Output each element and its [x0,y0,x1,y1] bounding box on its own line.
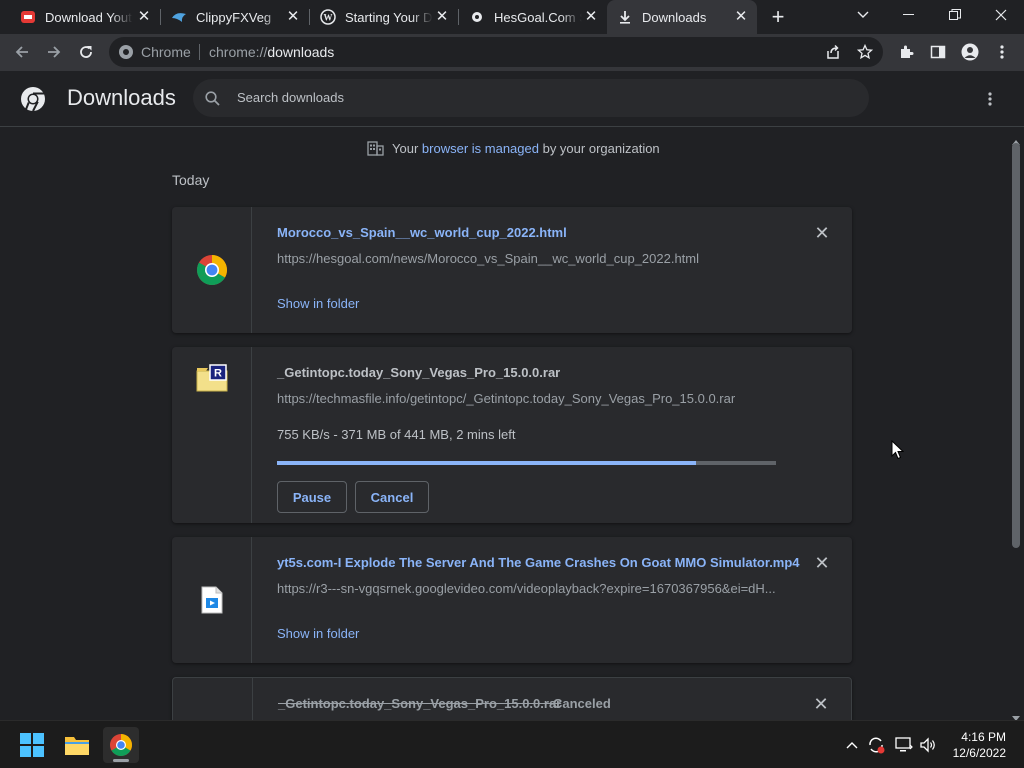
chrome-icon[interactable] [103,727,139,763]
download-item: yt5s.com-I Explode The Server And The Ga… [172,537,852,663]
page-scrollbar[interactable] [1008,127,1024,721]
download-item-canceled: _Getintopc.today_Sony_Vegas_Pro_15.0.0.r… [172,677,852,720]
download-progress-status: 755 KB/s - 371 MB of 441 MB, 2 mins left [277,427,516,442]
svg-text:R: R [214,368,222,380]
sync-status-icon[interactable] [866,735,886,755]
remove-download-icon[interactable]: ✕ [812,553,832,573]
search-downloads-input[interactable]: Search downloads [237,90,344,105]
share-icon[interactable] [825,44,841,65]
tab-download-youtube[interactable]: Download Youtube ✕ [10,0,160,34]
file-icon-column [173,678,253,720]
close-tab-icon[interactable]: ✕ [434,9,450,25]
clock-time: 4:16 PM [961,730,1006,744]
video-file-icon [196,584,228,616]
back-icon[interactable] [8,38,36,66]
remove-download-icon[interactable]: ✕ [812,223,832,243]
side-panel-icon[interactable] [924,38,952,66]
managed-text-pre: Your [392,140,419,156]
chrome-site-icon [118,44,134,65]
download-filename-link[interactable]: Morocco_vs_Spain__wc_world_cup_2022.html [277,225,567,240]
hesgoal-icon [469,9,485,25]
download-icon [617,9,633,25]
browser-toolbar: Chrome chrome://downloads [0,34,1024,71]
download-source-url[interactable]: https://techmasfile.info/getintopc/_Geti… [277,391,777,406]
close-window-icon[interactable] [978,0,1024,30]
download-item-in-progress: R _Getintopc.today_Sony_Vegas_Pro_15.0.0… [172,347,852,523]
omnibox-url[interactable]: chrome://downloads [209,44,334,60]
windows-taskbar: 4:16 PM 12/6/2022 [0,720,1024,768]
reload-icon[interactable] [72,38,100,66]
canceled-status: Canceled [553,696,611,711]
search-icon [205,91,220,111]
download-filename-link[interactable]: yt5s.com-I Explode The Server And The Ga… [277,555,800,570]
tab-title: HesGoal.Com Sports [494,9,582,25]
show-in-folder-link[interactable]: Show in folder [277,296,359,311]
chrome-html-file-icon [196,254,228,286]
close-tab-icon[interactable]: ✕ [136,9,152,25]
tab-hesgoal[interactable]: HesGoal.Com Sports ✕ [459,0,607,34]
search-downloads-field[interactable]: Search downloads [193,79,869,117]
youtube-downloader-icon [20,9,36,25]
tab-clippyfxveg[interactable]: ClippyFXVeg ✕ [161,0,309,34]
cancel-button[interactable]: Cancel [355,481,429,513]
close-tab-icon[interactable]: ✕ [733,9,749,25]
tab-search-icon[interactable] [840,0,886,30]
pause-button[interactable]: Pause [277,481,347,513]
page-title: Downloads [67,85,176,110]
rar-archive-icon: R [196,363,228,395]
omnibox-site-chip: Chrome [141,44,191,60]
download-source-url[interactable]: https://hesgoal.com/news/Morocco_vs_Spai… [277,251,777,266]
tab-title: Starting Your Download [345,9,433,25]
wordpress-icon: W [320,9,336,25]
address-bar[interactable]: Chrome chrome://downloads [109,37,883,67]
clock-date: 12/6/2022 [952,746,1006,760]
remove-download-icon[interactable]: ✕ [811,694,831,714]
managed-link[interactable]: browser is managed [422,141,539,156]
show-hidden-icons-icon[interactable] [842,735,862,755]
building-icon [367,140,384,156]
running-indicator [113,759,129,762]
tab-strip: Download Youtube ✕ ClippyFXVeg ✕ W Start… [0,0,1024,34]
close-tab-icon[interactable]: ✕ [285,9,301,25]
new-tab-button[interactable]: + [765,3,791,31]
extensions-icon[interactable] [892,38,920,66]
volume-icon[interactable] [918,735,938,755]
bookmark-star-icon[interactable] [856,43,874,65]
downloads-header: Downloads Search downloads [0,71,1024,127]
file-explorer-icon[interactable] [59,727,95,763]
download-progress-bar [277,461,776,465]
scrollbar-thumb[interactable] [1012,143,1020,548]
show-in-folder-link[interactable]: Show in folder [277,626,359,641]
managed-text-post: by your organization [542,140,660,156]
canceled-filename: _Getintopc.today_Sony_Vegas_Pro_15.0.0.r… [278,696,562,711]
restore-icon[interactable] [932,0,978,30]
forward-icon[interactable] [40,38,68,66]
date-section-label: Today [172,172,210,188]
browser-menu-icon[interactable] [988,38,1016,66]
minimize-icon[interactable] [886,0,932,30]
progress-fill [277,461,697,465]
omnibox-divider [199,44,200,60]
tab-title: Download Youtube [45,9,133,25]
chrome-logo-icon [20,86,46,117]
profile-icon[interactable] [956,38,984,66]
downloads-menu-icon[interactable] [980,89,1000,109]
svg-text:W: W [324,13,333,23]
tab-downloads[interactable]: Downloads ✕ [607,0,757,34]
download-item: Morocco_vs_Spain__wc_world_cup_2022.html… [172,207,852,333]
system-clock[interactable]: 4:16 PM 12/6/2022 [953,729,1006,761]
managed-notice: Your browser is managed by your organiza… [367,140,660,156]
download-source-url[interactable]: https://r3---sn-vgqsrnek.googlevideo.com… [277,581,777,596]
mouse-cursor-icon [891,439,905,465]
close-tab-icon[interactable]: ✕ [583,9,599,25]
start-icon[interactable] [14,727,50,763]
tab-starting-your-download[interactable]: W Starting Your Download ✕ [310,0,458,34]
download-filename: _Getintopc.today_Sony_Vegas_Pro_15.0.0.r… [277,365,561,380]
tab-title: Downloads [642,9,707,25]
downloads-list: Your browser is managed by your organiza… [0,127,1008,720]
clippyfx-icon [171,9,187,25]
tab-title: ClippyFXVeg [196,9,272,25]
network-icon[interactable] [894,735,914,755]
